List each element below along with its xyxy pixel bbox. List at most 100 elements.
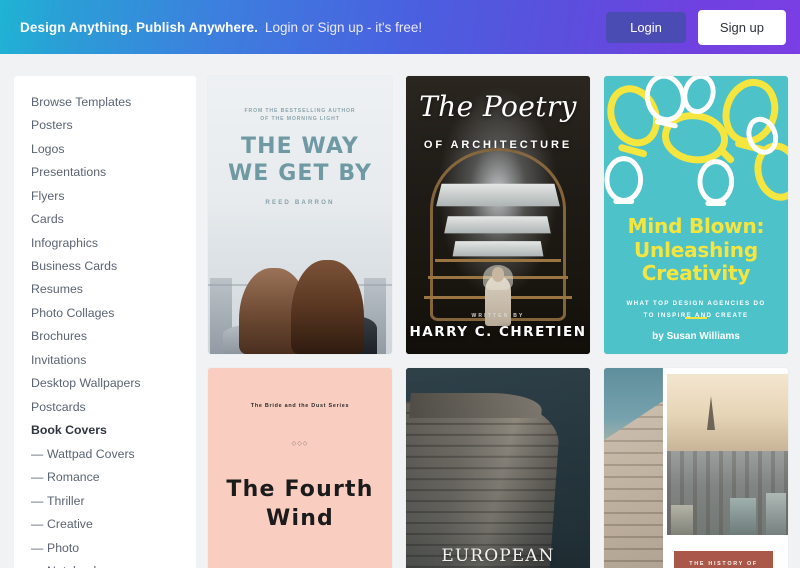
cover-title: Mind Blown: Unleashing Creativity bbox=[604, 214, 788, 286]
sidebar-item-label: Logos bbox=[31, 141, 65, 156]
sidebar-item-business-cards[interactable]: Business Cards bbox=[14, 254, 196, 277]
cover-title-line-1: THE WAY bbox=[241, 134, 359, 160]
cover-author: REED BARRON bbox=[265, 199, 335, 207]
dash-icon: — bbox=[31, 446, 44, 461]
sidebar-item-label: Photo bbox=[47, 540, 80, 555]
divider-rule bbox=[684, 317, 708, 320]
login-button[interactable]: Login bbox=[606, 11, 686, 43]
template-grid: FROM THE BESTSELLING AUTHOR OF THE MORNI… bbox=[208, 76, 788, 568]
sidebar-item-label: Presentations bbox=[31, 165, 107, 180]
cover-photo-two-girls bbox=[208, 223, 392, 354]
category-sidebar: Browse Templates Posters Logos Presentat… bbox=[14, 76, 196, 568]
wooden-beam-1-decor bbox=[435, 259, 561, 263]
rooftop-block-2-decor bbox=[729, 497, 757, 535]
page-body: Browse Templates Posters Logos Presentat… bbox=[0, 54, 800, 568]
cover-written-by-label: WRITTEN BY bbox=[471, 313, 525, 320]
sidebar-item-label: Cards bbox=[31, 212, 64, 227]
cover-subtitle: OF ARCHITECTURE bbox=[423, 138, 573, 151]
lightbulb-pattern-decor bbox=[604, 76, 788, 209]
cover-author: by Susan Williams bbox=[652, 330, 740, 342]
ornament-icon: ◇◇◇ bbox=[291, 441, 309, 448]
cover-title-line-1: EUROPEAN bbox=[441, 545, 555, 566]
sidebar-item-label: Postcards bbox=[31, 399, 86, 414]
sidebar-item-cards[interactable]: Cards bbox=[14, 207, 196, 230]
sidebar-item-brochures[interactable]: Brochures bbox=[14, 325, 196, 348]
sidebar-item-infographics[interactable]: Infographics bbox=[14, 231, 196, 254]
template-card-beaux-arts-architecture[interactable]: THE HISTORY OF beaux-arts architecture bbox=[604, 368, 788, 568]
sidebar-item-posters[interactable]: Posters bbox=[14, 113, 196, 136]
signup-button[interactable]: Sign up bbox=[697, 9, 786, 45]
sidebar-item-label: Thriller bbox=[47, 493, 85, 508]
sidebar-item-creative[interactable]: — Creative bbox=[14, 513, 196, 536]
sidebar-item-label: Business Cards bbox=[31, 258, 118, 273]
sidebar-item-photo-collages[interactable]: Photo Collages bbox=[14, 301, 196, 324]
cover-title-line-2: Wind bbox=[265, 506, 335, 531]
rooftop-block-1-decor bbox=[671, 504, 694, 535]
sidebar-item-label: Photo Collages bbox=[31, 305, 115, 320]
template-card-mind-blown[interactable]: Mind Blown: Unleashing Creativity WHAT T… bbox=[604, 76, 788, 354]
sidebar-item-book-covers[interactable]: Book Covers bbox=[14, 419, 196, 442]
dash-icon: — bbox=[31, 493, 44, 508]
sidebar-item-flyers[interactable]: Flyers bbox=[14, 184, 196, 207]
sidebar-item-label: Book Covers bbox=[31, 423, 107, 438]
sidebar-item-desktop-wallpapers[interactable]: Desktop Wallpapers bbox=[14, 372, 196, 395]
sidebar-item-resumes[interactable]: Resumes bbox=[14, 278, 196, 301]
cover-title: THE WAY WE GET BY bbox=[208, 134, 392, 188]
sidebar-item-label: Notebook bbox=[47, 564, 100, 568]
sidebar-item-label: Invitations bbox=[31, 352, 87, 367]
cover-title-line-2: Unleashing bbox=[634, 237, 758, 262]
cover-author: HARRY C. CHRETIEN bbox=[409, 324, 587, 341]
sidebar-item-label: Wattpad Covers bbox=[47, 446, 135, 461]
cover-kicker-line-2: OF THE MORNING LIGHT bbox=[260, 116, 340, 123]
photo-overlay-shade bbox=[406, 368, 590, 568]
sidebar-item-label: Infographics bbox=[31, 235, 98, 250]
sidebar-item-thriller[interactable]: — Thriller bbox=[14, 489, 196, 512]
sidebar-item-label: Resumes bbox=[31, 282, 83, 297]
header-tagline-secondary[interactable]: Login or Sign up - it's free! bbox=[265, 20, 422, 35]
cover-text-block: FROM THE BESTSELLING AUTHOR OF THE MORNI… bbox=[208, 107, 392, 206]
sidebar-item-label: Browse Templates bbox=[31, 94, 132, 109]
template-card-european-architecture[interactable]: EUROPEAN ARCHITECTURE THE HISTORY BEHIND… bbox=[406, 368, 590, 568]
template-card-the-way-we-get-by[interactable]: FROM THE BESTSELLING AUTHOR OF THE MORNI… bbox=[208, 76, 392, 354]
sidebar-item-wattpad-covers[interactable]: — Wattpad Covers bbox=[14, 442, 196, 465]
dash-icon: — bbox=[31, 517, 44, 532]
dash-icon: — bbox=[31, 470, 44, 485]
template-card-the-fourth-wind[interactable]: The Bride and the Dust Series ◇◇◇ The Fo… bbox=[208, 368, 392, 568]
sidebar-item-logos[interactable]: Logos bbox=[14, 137, 196, 160]
lightbulb-icon-group bbox=[604, 76, 788, 206]
cover-subtitle-line-1: WHAT TOP DESIGN AGENCIES DO bbox=[626, 300, 766, 308]
church-spire-decor bbox=[706, 396, 715, 431]
sidebar-item-label: Desktop Wallpapers bbox=[31, 376, 141, 391]
sidebar-item-romance[interactable]: — Romance bbox=[14, 466, 196, 489]
cover-title-line-2: WE GET BY bbox=[227, 161, 373, 187]
sidebar-item-browse-templates[interactable]: Browse Templates bbox=[14, 90, 196, 113]
cover-title-line-1: Mind Blown: bbox=[627, 214, 765, 238]
cover-title-line-3: Creativity bbox=[641, 261, 751, 286]
header-tagline: Design Anything. Publish Anywhere. bbox=[20, 19, 258, 35]
sidebar-item-label: Flyers bbox=[31, 188, 65, 203]
sidebar-item-label: Posters bbox=[31, 118, 73, 133]
rooftop-block-3-decor bbox=[766, 492, 786, 535]
cover-title: The Fourth Wind bbox=[208, 476, 392, 533]
sidebar-item-photo[interactable]: — Photo bbox=[14, 536, 196, 559]
top-header-bar: Design Anything. Publish Anywhere. Login… bbox=[0, 0, 800, 54]
sidebar-item-label: Romance bbox=[47, 470, 100, 485]
sidebar-item-postcards[interactable]: Postcards bbox=[14, 395, 196, 418]
rooftops-decor bbox=[666, 450, 788, 535]
sidebar-item-invitations[interactable]: Invitations bbox=[14, 348, 196, 371]
cover-title: The Poetry bbox=[419, 89, 577, 123]
dash-icon: — bbox=[31, 540, 44, 555]
cover-photo-building-left bbox=[604, 368, 663, 568]
sidebar-item-label: Creative bbox=[47, 517, 93, 532]
sidebar-item-notebook[interactable]: —Notebook bbox=[14, 560, 196, 568]
sidebar-item-label: Brochures bbox=[31, 329, 88, 344]
cover-title-line-1: The Fourth bbox=[226, 477, 374, 503]
template-card-the-poetry-of-architecture[interactable]: The Poetry OF ARCHITECTURE WRITTEN BY HA… bbox=[406, 76, 590, 354]
cover-photo-cityscape bbox=[666, 373, 788, 535]
cover-badge: THE HISTORY OF bbox=[673, 551, 774, 568]
figure-right-hair-decor bbox=[290, 259, 365, 354]
cover-kicker-line-1: FROM THE BESTSELLING AUTHOR bbox=[244, 107, 356, 114]
sidebar-item-presentations[interactable]: Presentations bbox=[14, 160, 196, 183]
cover-badge-label: THE HISTORY OF bbox=[689, 560, 758, 567]
cover-series-label: The Bride and the Dust Series bbox=[250, 402, 350, 409]
